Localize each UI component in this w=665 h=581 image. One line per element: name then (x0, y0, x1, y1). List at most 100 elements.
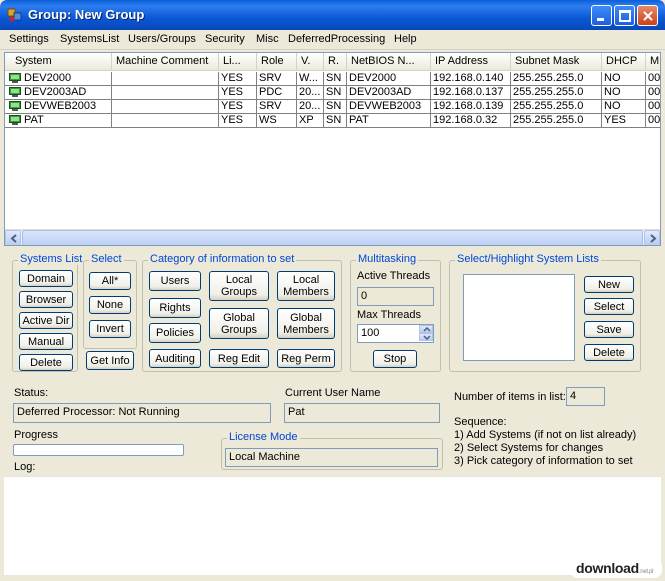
table-row[interactable]: DEVWEB2003 YES SRV 20... SN DEVWEB2003 192.168… (5, 100, 660, 114)
delete-list-button[interactable]: Delete (584, 344, 634, 361)
local-members-button[interactable]: Local Members (277, 271, 335, 301)
select-none-button[interactable]: None (89, 296, 131, 314)
menu-deferred-processing[interactable]: DeferredProcessing (288, 33, 385, 45)
column-header[interactable]: V. (297, 53, 324, 71)
column-header[interactable]: Li... (219, 53, 257, 71)
column-header[interactable]: DHCP (602, 53, 646, 71)
close-button[interactable] (637, 5, 658, 26)
policies-button[interactable]: Policies (149, 323, 201, 343)
scroll-right-button[interactable] (644, 230, 660, 245)
license-mode-group: License Mode Local Machine (221, 431, 443, 470)
table-cell: DEVWEB2003 (5, 100, 112, 114)
highlight-lists-group: Select/Highlight System Lists New Select… (449, 253, 641, 372)
menu-security[interactable]: Security (205, 33, 245, 45)
domain-button[interactable]: Domain (19, 270, 73, 287)
table-cell: 00 (646, 114, 660, 128)
table-cell (112, 86, 219, 100)
scroll-thumb[interactable] (22, 230, 643, 245)
max-threads-label: Max Threads (357, 309, 421, 321)
column-header[interactable]: Machine Comment (112, 53, 219, 71)
table-cell (112, 72, 219, 86)
active-dir-button[interactable]: Active Dir (19, 312, 73, 329)
local-groups-button[interactable]: Local Groups (209, 271, 269, 301)
log-area[interactable] (4, 476, 661, 575)
table-cell: DEV2003AD (347, 86, 431, 100)
progress-label: Progress (14, 429, 59, 441)
status-label: Status: (14, 387, 49, 399)
table-cell: W... (297, 72, 324, 86)
menu-misc[interactable]: Misc (256, 33, 279, 45)
manual-button[interactable]: Manual (19, 333, 73, 350)
table-cell: 255.255.255.0 (511, 100, 602, 114)
column-header[interactable]: IP Address (431, 53, 511, 71)
select-invert-button[interactable]: Invert (89, 320, 131, 338)
column-header[interactable]: Role (257, 53, 297, 71)
reg-edit-button[interactable]: Reg Edit (209, 349, 269, 368)
max-threads-spinner[interactable] (418, 325, 433, 342)
category-group: Category of information to set Users Loc… (142, 253, 342, 372)
menu-systemslist[interactable]: SystemsList (60, 33, 119, 45)
save-list-button[interactable]: Save (584, 321, 634, 338)
table-row[interactable]: PAT YES WS XP SN PAT 192.168.0.32 255.255.255.0… (5, 114, 660, 128)
current-user-label: Current User Name (285, 387, 381, 399)
select-all-button[interactable]: All* (89, 272, 131, 290)
active-threads-field: 0 (357, 287, 434, 306)
table-cell: YES (219, 72, 257, 86)
reg-perm-button[interactable]: Reg Perm (277, 349, 335, 368)
computer-icon (9, 101, 21, 111)
table-cell: 00 (646, 100, 660, 114)
close-icon (643, 11, 653, 21)
watermark-suffix: .net.pl (638, 569, 654, 575)
scroll-left-button[interactable] (5, 230, 21, 245)
maximize-button[interactable] (614, 5, 635, 26)
minimize-button[interactable] (591, 5, 612, 26)
table-cell: YES (602, 114, 646, 128)
new-list-button[interactable]: New (584, 276, 634, 293)
column-header[interactable]: System (5, 53, 112, 71)
table-row[interactable]: DEV2000 YES SRV W... SN DEV2000 192.168.0.140 2… (5, 72, 660, 86)
menu-users-groups[interactable]: Users/Groups (128, 33, 196, 45)
global-groups-button[interactable]: Global Groups (209, 308, 269, 339)
system-lists-listbox[interactable] (463, 274, 575, 361)
arrow-up-icon (423, 327, 431, 332)
column-header[interactable]: R. (324, 53, 347, 71)
title-bar[interactable]: Group: New Group (0, 0, 665, 30)
table-cell: SRV (257, 100, 297, 114)
spin-up-button[interactable] (419, 325, 433, 333)
table-cell: NO (602, 72, 646, 86)
systems-list-view[interactable]: System Machine Comment Li... Role V. R. NetBIO… (4, 52, 661, 246)
sequence-step-2: 2) Select Systems for changes (454, 442, 604, 454)
menu-help[interactable]: Help (394, 33, 417, 45)
table-cell: PAT (5, 114, 112, 128)
table-cell: 255.255.255.0 (511, 72, 602, 86)
table-cell: 255.255.255.0 (511, 86, 602, 100)
table-cell: DEV2000 (5, 72, 112, 86)
global-members-button[interactable]: Global Members (277, 308, 335, 339)
computer-icon (9, 87, 21, 97)
users-button[interactable]: Users (149, 271, 201, 291)
table-cell: SN (324, 72, 347, 86)
column-header[interactable]: Subnet Mask (511, 53, 602, 71)
spin-down-button[interactable] (419, 333, 433, 341)
watermark: download.net.pl (570, 558, 662, 578)
get-info-button[interactable]: Get Info (86, 351, 134, 370)
rights-button[interactable]: Rights (149, 298, 201, 318)
delete-system-button[interactable]: Delete (19, 354, 73, 371)
table-cell: SRV (257, 72, 297, 86)
table-cell: XP (297, 114, 324, 128)
log-label: Log: (14, 461, 36, 473)
systems-list-group: Systems List Domain Browser Active Dir M… (12, 253, 85, 372)
auditing-button[interactable]: Auditing (149, 349, 201, 368)
column-header[interactable]: NetBIOS N... (347, 53, 431, 71)
table-row[interactable]: DEV2003AD YES PDC 20... SN DEV2003AD 192.168.0… (5, 86, 660, 100)
table-cell: NO (602, 100, 646, 114)
menu-settings[interactable]: Settings (9, 33, 49, 45)
horizontal-scrollbar[interactable] (5, 229, 660, 245)
stop-button[interactable]: Stop (373, 350, 417, 368)
menu-bar: Settings SystemsList Users/Groups Securi… (0, 30, 665, 50)
highlight-title: Select/Highlight System Lists (455, 253, 601, 265)
table-cell: PAT (347, 114, 431, 128)
browser-button[interactable]: Browser (19, 291, 73, 308)
select-list-button[interactable]: Select (584, 298, 634, 315)
column-header[interactable]: M (646, 53, 660, 71)
